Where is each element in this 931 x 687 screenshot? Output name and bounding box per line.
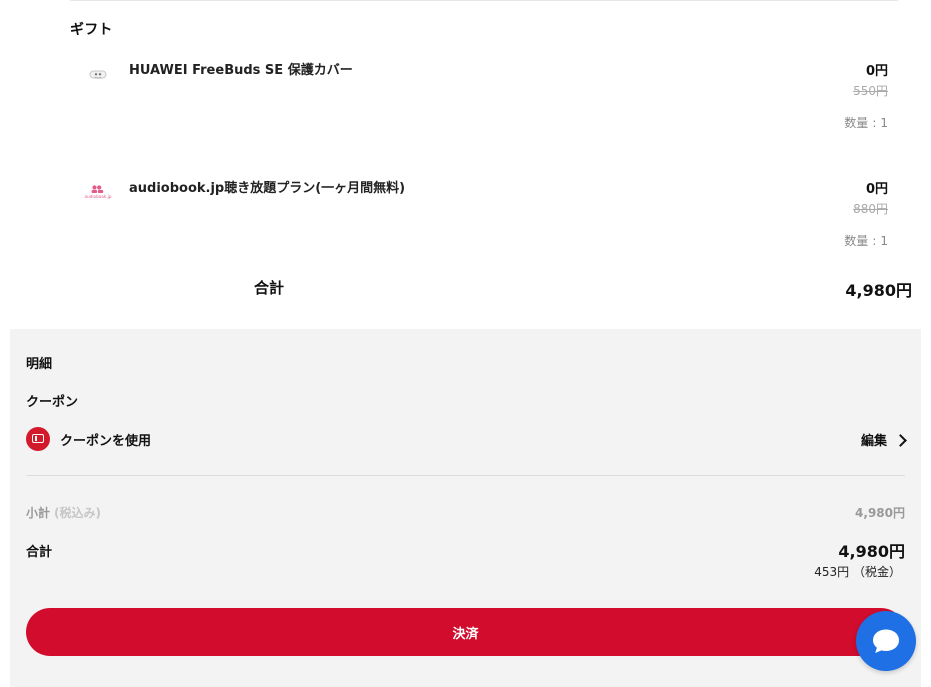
gift-item-name: audiobook.jp聴き放題プラン(一ヶ月間無料) [129,181,406,196]
gift-item-freebuds-cover: HUAWEI FreeBuds SE 保護カバー 0円 550円 数量:1 [70,58,890,138]
quantity-label: 数量 [844,116,869,130]
checkout-page: ギフト HUAWEI FreeBuds SE 保護カバー 0円 550円 数量:… [0,0,931,687]
earbuds-cover-thumbnail-icon [80,64,116,84]
quantity-label: 数量 [844,234,869,248]
cart-total-row: 合計 4,980円 [0,277,931,305]
subtotal-value: 4,980円 [855,506,905,520]
coupon-edit-link[interactable]: 編集 [860,430,907,449]
subtotal-label-group: 小計 (税込み) [26,504,101,521]
subtotal-tax-note: (税込み) [54,506,101,520]
top-divider [70,0,898,1]
final-total-label: 合計 [26,545,53,560]
quantity-colon: : [872,234,877,248]
coupon-title: クーポン [26,395,79,410]
final-total-value: 4,980円 [838,542,905,561]
checkout-button[interactable]: 決済 [26,608,905,656]
gift-item-quantity: 数量:1 [844,114,888,131]
gift-item-price: 0円 [865,182,888,197]
chat-bubble-icon [873,629,899,653]
quantity-value: 1 [880,234,888,248]
chevron-right-icon [894,433,907,447]
ticket-icon [26,427,50,451]
coupon-row[interactable]: クーポンを使用 編集 [26,427,907,455]
tax-value: 453円 （税金） [814,565,901,579]
gift-item-quantity: 数量:1 [844,232,888,249]
coupon-edit-label: 編集 [860,434,887,449]
cart-total-label: 合計 [254,279,285,297]
gift-item-original-price: 550円 [853,84,888,98]
subtotal-label: 小計 [26,506,51,520]
quantity-colon: : [872,116,877,130]
cart-total-value: 4,980円 [845,281,912,300]
summary-divider [26,475,905,476]
coupon-use-label: クーポンを使用 [60,434,152,449]
gift-item-price: 0円 [865,64,888,79]
gift-item-name: HUAWEI FreeBuds SE 保護カバー [129,63,353,78]
svg-text:audiobook.jp: audiobook.jp [85,194,112,199]
chat-button[interactable] [856,611,916,671]
gift-item-original-price: 880円 [853,202,888,216]
order-summary-panel: 明細 クーポン クーポンを使用 編集 小計 (税込み) 4,980円 合計 4,9… [10,329,921,687]
details-title: 明細 [26,357,53,372]
audiobook-logo-icon: audiobook.jp [80,182,116,202]
final-total-row: 合計 4,980円 453円 （税金） [26,538,905,582]
subtotal-row: 小計 (税込み) 4,980円 [26,504,905,524]
quantity-value: 1 [880,116,888,130]
gift-item-audiobook-plan: audiobook.jp audiobook.jp聴き放題プラン(一ヶ月間無料)… [70,176,890,256]
gift-section-title: ギフト [70,22,113,38]
